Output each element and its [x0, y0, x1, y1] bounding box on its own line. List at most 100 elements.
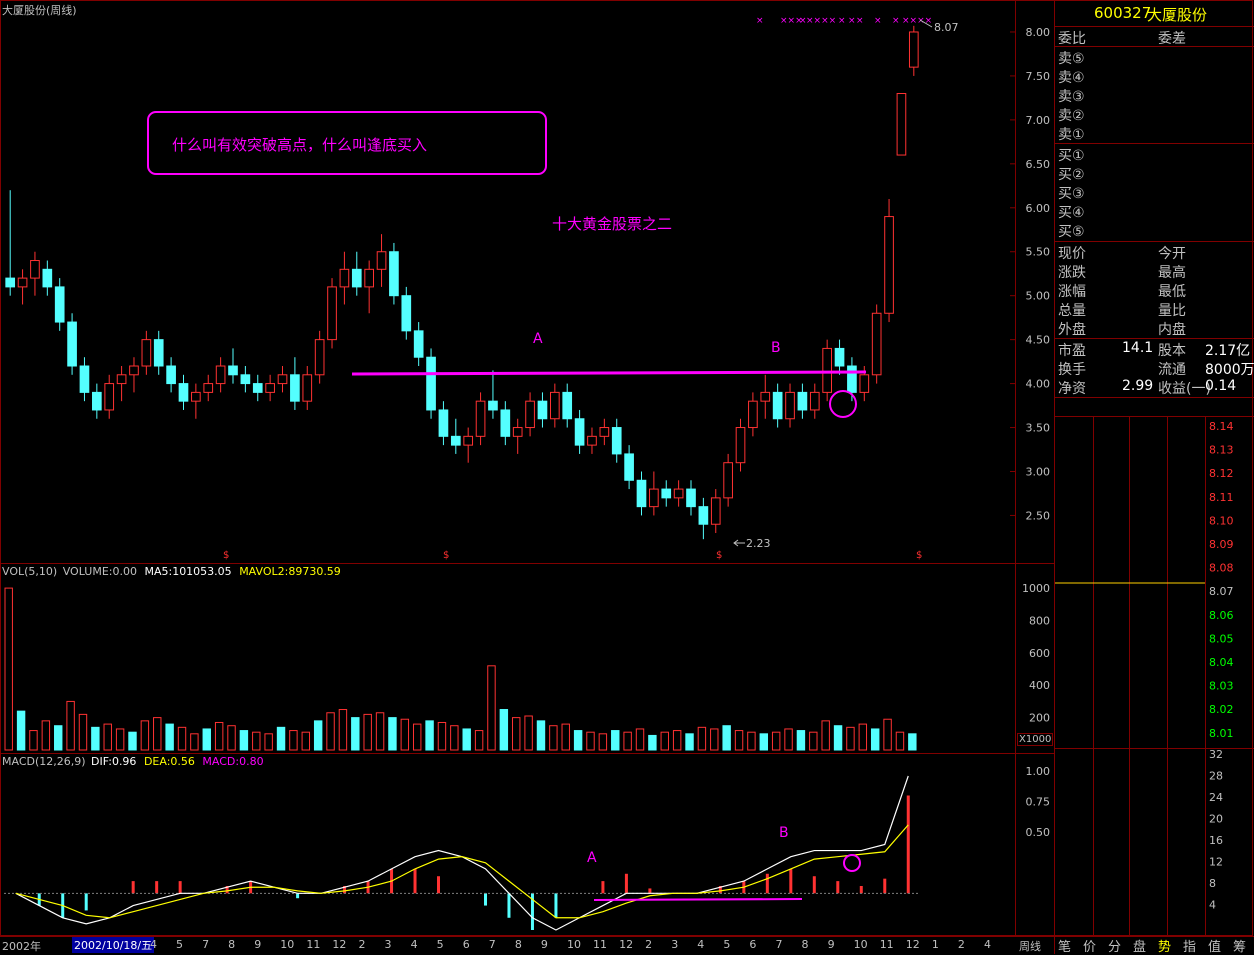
- volume-bar: [190, 733, 199, 751]
- buy-level-label: 买①: [1058, 148, 1085, 164]
- candle-body: [735, 427, 746, 464]
- volume-bar: [338, 709, 348, 751]
- date-tick: 3: [671, 938, 679, 951]
- candle-body: [438, 409, 449, 437]
- volume-bar: [487, 665, 496, 751]
- volume-bar: [214, 721, 224, 751]
- detail-tab[interactable]: 价: [1083, 936, 1096, 955]
- candle-body: [240, 374, 251, 385]
- detail-tab[interactable]: 筹: [1233, 936, 1246, 955]
- candle-body: [314, 339, 325, 376]
- vol-mavol2: MAVOL2:89730.59: [239, 565, 341, 578]
- date-tick: 7: [202, 938, 210, 951]
- date-tick: 1: [931, 938, 939, 951]
- tick-volume-axis: 32 28 24 20 16 12 8 4: [1209, 748, 1223, 912]
- detail-tab[interactable]: 势: [1158, 936, 1171, 955]
- candle-body: [574, 418, 585, 446]
- volume-bar: [648, 734, 657, 751]
- svg-text:×: ×: [856, 16, 864, 26]
- fund-label: 换手: [1058, 362, 1086, 378]
- price-tick-label: 3.50: [1026, 422, 1051, 435]
- volume-tick-label: 800: [1029, 614, 1050, 627]
- detail-tab[interactable]: 值: [1208, 936, 1221, 955]
- candle-body: [252, 383, 263, 393]
- candle-body: [178, 383, 189, 402]
- dea-line: [15, 824, 909, 919]
- candle-body: [488, 400, 498, 411]
- date-tick: 4: [410, 938, 418, 951]
- date-tick: 6: [462, 938, 470, 951]
- volume-bar: [351, 717, 360, 751]
- event-markers: $ $ $ $: [223, 550, 922, 561]
- tick-price-label: 8.06: [1209, 609, 1234, 622]
- date-tick: 5: [723, 938, 731, 951]
- date-tick: 7: [488, 938, 496, 951]
- volume-bar: [809, 731, 818, 751]
- fund-label: 净资: [1058, 381, 1086, 397]
- candle-body: [710, 497, 721, 525]
- price-tick-label: 2.50: [1026, 509, 1051, 522]
- stat-label: 最高: [1158, 265, 1186, 281]
- date-tick: 11: [879, 938, 894, 951]
- volume-bar: [573, 730, 583, 751]
- tick-volume-label: 8: [1209, 877, 1216, 890]
- volume-bar: [29, 730, 38, 751]
- volume-bar: [165, 723, 174, 751]
- candle-body: [364, 268, 374, 288]
- detail-tab[interactable]: 分: [1108, 936, 1121, 955]
- tick-volume-label: 16: [1209, 834, 1223, 847]
- volume-tick-label: 1000: [1022, 582, 1050, 595]
- date-tick: 10: [853, 938, 868, 951]
- fund-value: 0.14: [1205, 378, 1237, 394]
- tick-price-label: 8.01: [1209, 727, 1234, 740]
- candle-body: [129, 365, 139, 376]
- candle-body: [809, 391, 820, 411]
- volume-bar: [128, 731, 137, 751]
- candle-body: [389, 251, 399, 297]
- annotation-title: 什么叫有效突破高点，什么叫逢底买入: [172, 136, 428, 154]
- price-tick-label: 6.00: [1026, 202, 1051, 215]
- vol-label: VOL(5,10): [2, 565, 58, 578]
- candle-body: [550, 391, 560, 420]
- tick-volume-label: 12: [1209, 856, 1223, 869]
- volume-bar: [41, 720, 51, 751]
- volume-bar: [685, 733, 694, 751]
- volume-bar: [611, 730, 620, 751]
- volume-bar: [549, 725, 558, 751]
- candle-body: [525, 400, 535, 429]
- candle-body: [265, 383, 275, 393]
- volume-bar: [747, 731, 756, 751]
- detail-tab[interactable]: 笔: [1058, 936, 1071, 955]
- macd-label: MACD(12,26,9): [2, 755, 86, 768]
- volume-axis: 1000 800 600 400 200: [1022, 582, 1050, 725]
- tick-price-label: 8.11: [1209, 491, 1234, 504]
- fund-label: 股本: [1158, 343, 1186, 359]
- candle-body: [327, 286, 337, 341]
- volume-bar: [833, 725, 843, 751]
- date-tick: 8: [801, 938, 809, 951]
- candle-body: [562, 391, 573, 420]
- date-tick: 7: [775, 938, 783, 951]
- detail-tab[interactable]: 盘: [1133, 936, 1146, 955]
- detail-tab[interactable]: 指: [1183, 936, 1196, 955]
- date-tick: 4: [983, 938, 991, 951]
- candle-body: [191, 391, 201, 402]
- candle-body: [17, 277, 28, 288]
- candle-body: [30, 260, 40, 279]
- stat-label: 现价: [1058, 246, 1086, 262]
- price-tick-label: 4.00: [1026, 378, 1051, 391]
- tick-price-axis: 8.14 8.13 8.12 8.11 8.10 8.09 8.08 8.07 8.06 8.05…: [1209, 420, 1234, 740]
- price-tick-label: 7.50: [1026, 70, 1051, 83]
- vol-unit: X1000: [1017, 733, 1054, 746]
- candle-body: [166, 365, 176, 385]
- tick-price-label: 8.14: [1209, 420, 1234, 433]
- volume-bar: [78, 713, 88, 751]
- candle-body: [587, 435, 597, 446]
- period-tab[interactable]: 周线: [1019, 938, 1041, 954]
- candle-body: [203, 383, 214, 393]
- date-tick: 5: [436, 938, 444, 951]
- volume-bar: [722, 725, 731, 751]
- volume-tick-label: 200: [1029, 712, 1050, 725]
- macd-support-line: [593, 898, 803, 901]
- candle-body: [908, 31, 919, 68]
